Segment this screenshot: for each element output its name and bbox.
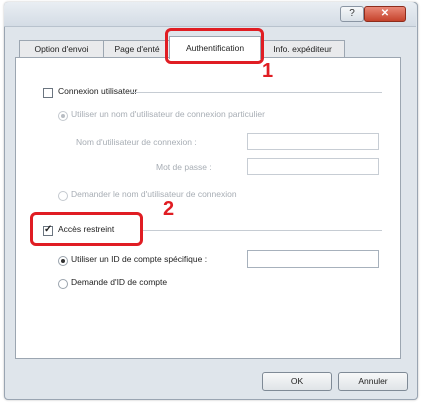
ok-button[interactable]: OK — [262, 372, 332, 391]
use-specific-name-label: Utiliser un nom d'utilisateur de connexi… — [71, 109, 265, 119]
user-login-checkbox[interactable] — [43, 88, 53, 98]
callout-number-1: 1 — [262, 60, 274, 82]
login-name-field[interactable] — [247, 133, 379, 150]
group-divider — [140, 230, 382, 231]
account-id-field[interactable] — [247, 250, 379, 268]
ask-account-id-radio[interactable] — [58, 279, 68, 289]
tab-authentication[interactable]: Authentification — [169, 36, 261, 59]
password-field[interactable] — [247, 158, 379, 175]
login-name-label: Nom d'utilisateur de connexion : — [76, 137, 197, 147]
ask-name-radio[interactable] — [58, 191, 68, 201]
tab-panel-authentication — [15, 57, 401, 359]
tab-send-options[interactable]: Option d'envoi — [19, 40, 104, 58]
group-divider — [130, 92, 382, 93]
highlight-box-restricted-access — [30, 212, 143, 246]
user-login-label: Connexion utilisateur — [58, 86, 138, 96]
callout-number-2: 2 — [163, 198, 175, 220]
use-account-id-label: Utiliser un ID de compte spécifique : — [71, 254, 208, 264]
cancel-button[interactable]: Annuler — [338, 372, 408, 391]
ask-account-id-label: Demande d'ID de compte — [71, 277, 168, 287]
close-icon[interactable]: ✕ — [364, 6, 406, 22]
use-account-id-radio[interactable] — [58, 256, 68, 266]
help-icon[interactable]: ? — [340, 6, 364, 22]
tab-header-page[interactable]: Page d'enté — [103, 40, 171, 58]
password-label: Mot de passe : — [156, 162, 212, 172]
ask-name-label: Demander le nom d'utilisateur de connexi… — [71, 189, 237, 199]
use-specific-name-radio[interactable] — [58, 111, 68, 121]
tab-sender-info[interactable]: Info. expéditeur — [260, 40, 345, 58]
dialog-screenshot: ? ✕ Option d'envoi Page d'enté Authentif… — [0, 0, 423, 403]
